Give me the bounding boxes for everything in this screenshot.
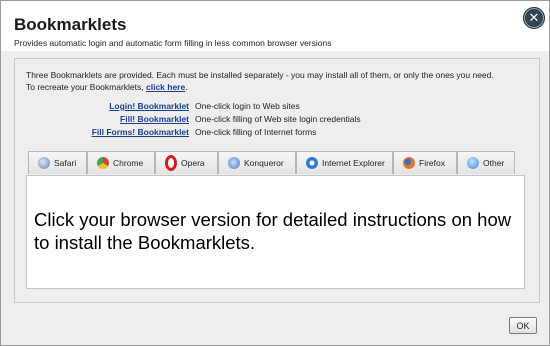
tab-label: Other [483, 158, 505, 168]
fill-forms-bookmarklet-link[interactable]: Fill Forms! Bookmarklet [92, 127, 189, 137]
tab-label: Chrome [113, 158, 144, 168]
intro-line-2-prefix: To recreate your Bookmarklets, [26, 82, 146, 92]
click-here-link[interactable]: click here [146, 82, 185, 92]
tab-other[interactable]: Other [457, 151, 515, 174]
bookmarklets-dialog: Bookmarklets Provides automatic login an… [0, 0, 550, 346]
browser-tabs: Safari Chrome Opera Konqueror Internet E… [28, 151, 516, 175]
internet-explorer-icon [306, 157, 318, 169]
bookmarklet-link-cell: Fill Forms! Bookmarklet [15, 127, 189, 139]
fill-forms-bookmarklet-description: One-click filling of Internet forms [195, 127, 317, 137]
intro-text: Three Bookmarklets are provided. Each mu… [26, 69, 531, 93]
bookmarklet-desc-cell: One-click login to Web sites [195, 101, 525, 113]
tab-konqueror[interactable]: Konqueror [218, 151, 296, 174]
intro-line-1: Three Bookmarklets are provided. Each mu… [26, 70, 494, 80]
bookmarklet-desc-cell: One-click filling of Internet forms [195, 127, 525, 139]
content-panel: Three Bookmarklets are provided. Each mu… [14, 58, 540, 303]
dialog-subtitle: Provides automatic login and automatic f… [14, 38, 332, 48]
tab-label: Konqueror [244, 158, 284, 168]
dialog-header: Bookmarklets Provides automatic login an… [1, 1, 549, 51]
tab-firefox[interactable]: Firefox [393, 151, 457, 174]
chrome-icon [97, 157, 109, 169]
bookmarklet-desc-cell: One-click filling of Web site login cred… [195, 114, 525, 126]
opera-icon [165, 155, 177, 171]
tab-label: Safari [54, 158, 77, 168]
tab-safari[interactable]: Safari [28, 151, 87, 174]
ok-button[interactable]: OK [509, 317, 537, 334]
dialog-title: Bookmarklets [14, 15, 127, 34]
firefox-icon [403, 157, 415, 169]
tab-label: Internet Explorer [322, 158, 385, 168]
konqueror-icon [228, 157, 240, 169]
fill-bookmarklet-link[interactable]: Fill! Bookmarklet [120, 114, 189, 124]
close-icon: ✕ [528, 10, 540, 26]
intro-line-2-suffix: . [185, 82, 188, 92]
fill-bookmarklet-description: One-click filling of Web site login cred… [195, 114, 361, 124]
bookmarklet-link-cell: Fill! Bookmarklet [15, 114, 189, 126]
tab-content: Click your browser version for detailed … [26, 175, 525, 289]
close-button[interactable]: ✕ [523, 7, 545, 29]
tab-opera[interactable]: Opera [155, 151, 218, 174]
bookmarklet-link-cell: Login! Bookmarklet [15, 101, 189, 113]
safari-icon [38, 157, 50, 169]
tab-internet-explorer[interactable]: Internet Explorer [296, 151, 393, 174]
login-bookmarklet-description: One-click login to Web sites [195, 101, 300, 111]
login-bookmarklet-link[interactable]: Login! Bookmarklet [109, 101, 189, 111]
intro-line-2: To recreate your Bookmarklets, click her… [26, 81, 531, 93]
instructions-message: Click your browser version for detailed … [34, 209, 512, 253]
tab-chrome[interactable]: Chrome [87, 151, 155, 174]
tab-label: Firefox [419, 158, 445, 168]
globe-icon [467, 157, 479, 169]
tab-label: Opera [181, 158, 205, 168]
